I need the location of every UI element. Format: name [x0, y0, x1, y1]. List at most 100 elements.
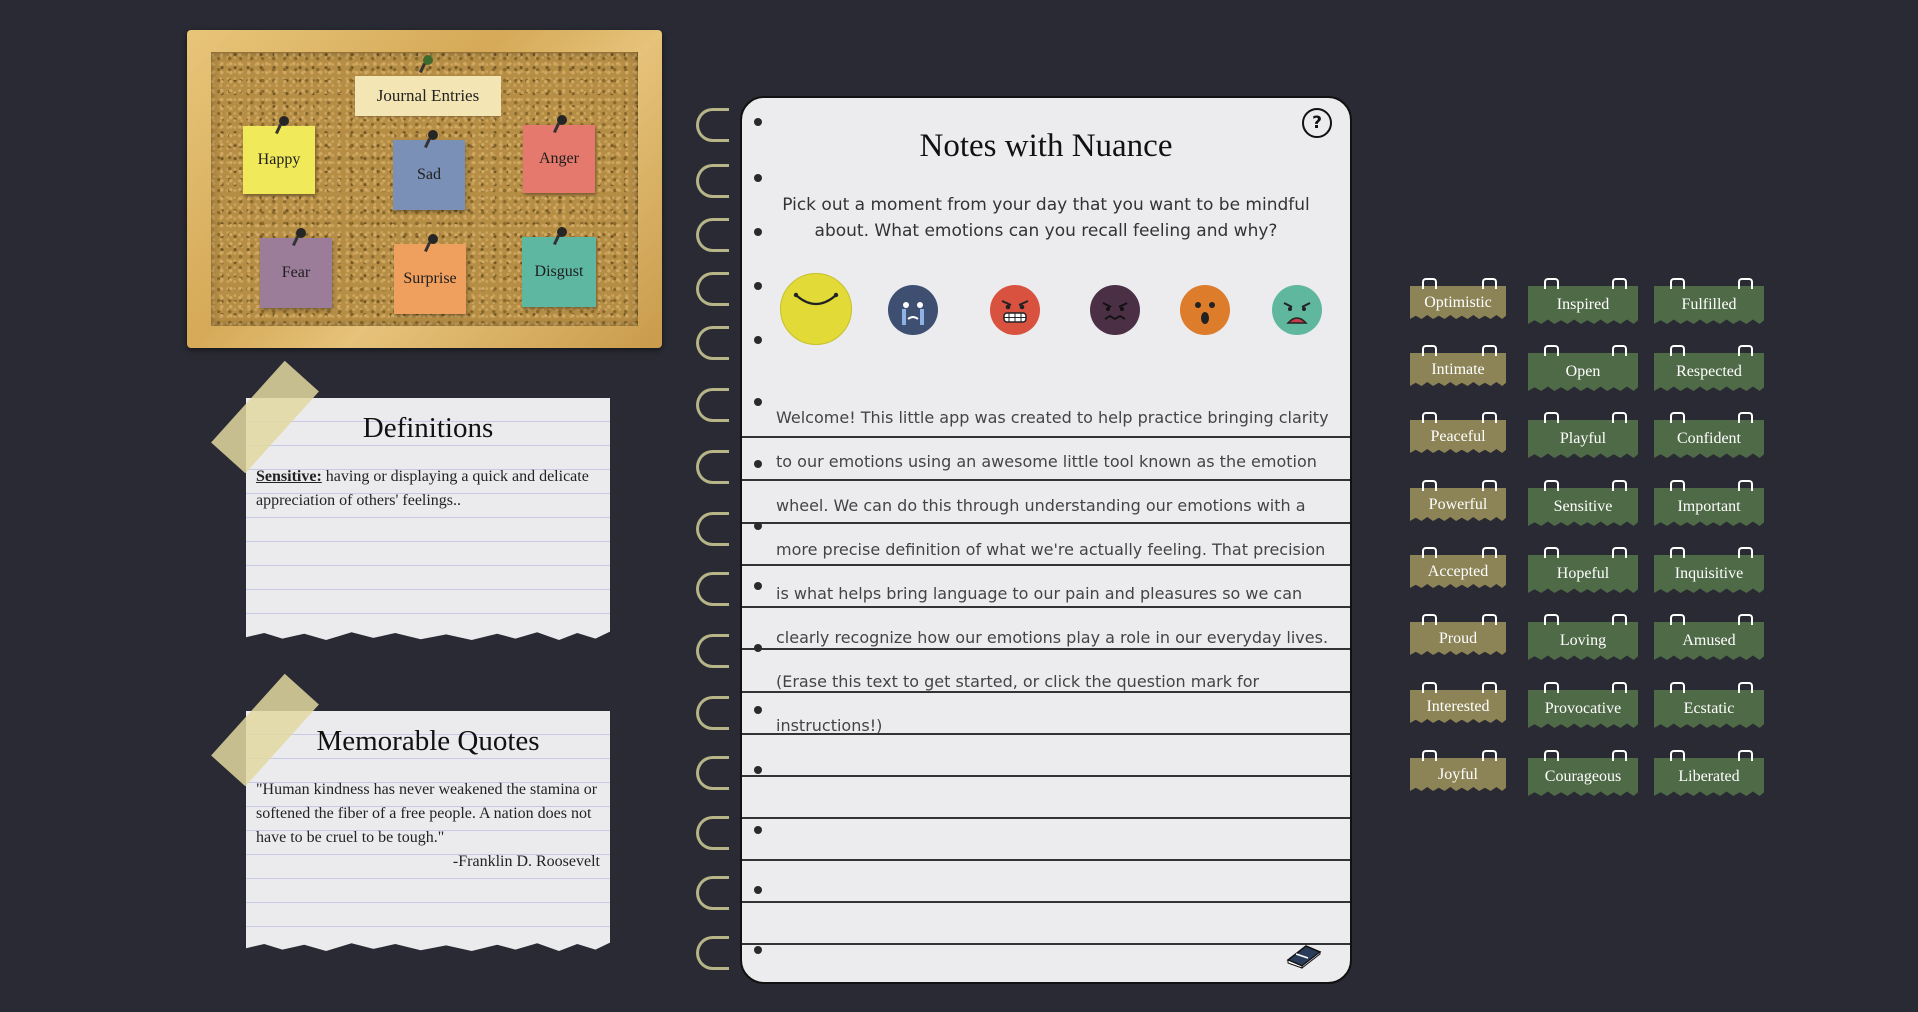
- emotion-tag[interactable]: Fulfilled: [1654, 286, 1764, 324]
- binder-clip-icon: [1612, 412, 1627, 423]
- emotion-tag-label: Proud: [1438, 629, 1478, 647]
- emotion-tag[interactable]: Important: [1654, 488, 1764, 526]
- sticky-note-label: Anger: [539, 150, 579, 167]
- disgust-face-icon[interactable]: [1272, 285, 1322, 335]
- binder-clip-icon: [1738, 614, 1753, 625]
- emotion-tag-label: Amused: [1682, 632, 1736, 649]
- quotes-note: Memorable Quotes "Human kindness has nev…: [246, 711, 610, 951]
- emotion-tag[interactable]: Open: [1528, 353, 1638, 391]
- emotion-tag[interactable]: Liberated: [1654, 758, 1764, 796]
- emotion-tag-label: Fulfilled: [1681, 296, 1737, 313]
- emotion-tag-label: Provocative: [1544, 700, 1622, 717]
- binder-clip-icon: [1482, 682, 1497, 693]
- journal-entries-title: Journal Entries: [355, 76, 501, 116]
- emotion-tag-label: Ecstatic: [1683, 700, 1735, 717]
- emotion-tag-label: Important: [1677, 498, 1741, 515]
- emotion-tag[interactable]: Amused: [1654, 622, 1764, 660]
- binder-clip-icon: [1612, 480, 1627, 491]
- emotion-tag-label: Intimate: [1431, 360, 1485, 378]
- definition-text[interactable]: Sensitive: having or displaying a quick …: [246, 465, 610, 513]
- binder-clip-icon: [1544, 412, 1559, 423]
- book-icon[interactable]: [1284, 940, 1324, 974]
- notebook-prompt: Pick out a moment from your day that you…: [782, 195, 1310, 241]
- emotion-tag[interactable]: Confident: [1654, 420, 1764, 458]
- notebook-text-area[interactable]: Welcome! This little app was created to …: [776, 396, 1336, 748]
- emotion-tag[interactable]: Sensitive: [1528, 488, 1638, 526]
- binder-clip-icon: [1482, 480, 1497, 491]
- emotion-tag-label: Confident: [1677, 430, 1741, 447]
- ruled-line: [742, 817, 1350, 819]
- emotion-tag[interactable]: Accepted: [1410, 555, 1506, 588]
- pushpin-icon: [296, 228, 306, 238]
- emotion-tag[interactable]: Inquisitive: [1654, 555, 1764, 593]
- definition-term: Sensitive:: [256, 468, 322, 485]
- quotes-title: Memorable Quotes: [316, 725, 540, 757]
- pushpin-icon: [557, 115, 567, 125]
- quote-text[interactable]: "Human kindness has never weakened the s…: [246, 778, 610, 850]
- binder-clip-icon: [1612, 750, 1627, 761]
- pushpin-icon: [423, 55, 433, 65]
- binder-clip-icon: [1612, 547, 1627, 558]
- binder-clip-icon: [1670, 614, 1685, 625]
- emotion-tag[interactable]: Joyful: [1410, 758, 1506, 791]
- emotion-tag[interactable]: Hopeful: [1528, 555, 1638, 593]
- emotion-tag-label: Interested: [1426, 697, 1490, 715]
- pushpin-icon: [428, 234, 438, 244]
- emotion-tag[interactable]: Ecstatic: [1654, 690, 1764, 728]
- binder-clip-icon: [1482, 278, 1497, 289]
- binder-clip-icon: [1422, 547, 1437, 558]
- emotion-tag[interactable]: Interested: [1410, 690, 1506, 723]
- binder-clip-icon: [1482, 547, 1497, 558]
- emotion-tag-label: Respected: [1676, 363, 1742, 380]
- definitions-note: Definitions Sensitive: having or display…: [246, 398, 610, 640]
- sticky-note-disgust[interactable]: Disgust: [522, 237, 596, 307]
- surprise-face-icon[interactable]: [1180, 285, 1230, 335]
- emotion-tag[interactable]: Playful: [1528, 420, 1638, 458]
- notebook-title: Notes with Nuance: [919, 128, 1173, 164]
- binder-clip-icon: [1670, 547, 1685, 558]
- happy-face-icon[interactable]: [780, 273, 852, 345]
- binder-clip-icon: [1738, 547, 1753, 558]
- emotion-tag-label: Powerful: [1428, 495, 1488, 513]
- ruled-line: [742, 859, 1350, 861]
- emotion-tag[interactable]: Inspired: [1528, 286, 1638, 324]
- quote-author: -Franklin D. Roosevelt: [452, 853, 600, 870]
- emotion-tag-label: Courageous: [1544, 768, 1622, 785]
- emotion-tag-label: Hopeful: [1556, 565, 1610, 582]
- binder-clip-icon: [1738, 278, 1753, 289]
- binder-clip-icon: [1544, 547, 1559, 558]
- emotion-tag[interactable]: Respected: [1654, 353, 1764, 391]
- emotion-tag-label: Sensitive: [1553, 498, 1613, 515]
- sticky-note-happy[interactable]: Happy: [243, 126, 315, 194]
- sticky-note-label: Surprise: [403, 270, 457, 287]
- emotion-tag[interactable]: Proud: [1410, 622, 1506, 655]
- emotion-tag-label: Playful: [1559, 430, 1607, 447]
- fear-face-icon[interactable]: [1090, 285, 1140, 335]
- binder-clip-icon: [1612, 345, 1627, 356]
- binder-clip-icon: [1422, 480, 1437, 491]
- binder-clip-icon: [1670, 480, 1685, 491]
- binder-clip-icon: [1422, 345, 1437, 356]
- binder-clip-icon: [1544, 345, 1559, 356]
- help-question-icon[interactable]: ?: [1302, 108, 1332, 138]
- emotion-tag[interactable]: Loving: [1528, 622, 1638, 660]
- pushpin-icon: [557, 227, 567, 237]
- emotion-tag[interactable]: Optimistic: [1410, 286, 1506, 319]
- emotion-tag[interactable]: Powerful: [1410, 488, 1506, 521]
- angry-face-icon[interactable]: [990, 285, 1040, 335]
- sticky-note-surprise[interactable]: Surprise: [394, 244, 466, 314]
- emotion-tag[interactable]: Courageous: [1528, 758, 1638, 796]
- sticky-note-fear[interactable]: Fear: [260, 238, 332, 308]
- sticky-note-sad[interactable]: Sad: [393, 140, 465, 210]
- emotion-tag[interactable]: Provocative: [1528, 690, 1638, 728]
- sad-face-icon[interactable]: [888, 285, 938, 335]
- binder-clip-icon: [1612, 614, 1627, 625]
- journal-entries-board: Journal Entries Happy Sad Anger Fear Sur…: [187, 30, 662, 348]
- emotion-tag-label: Accepted: [1427, 562, 1489, 580]
- emotion-tag-label: Joyful: [1438, 765, 1478, 783]
- binder-clip-icon: [1544, 614, 1559, 625]
- emotion-tag-label: Loving: [1559, 632, 1607, 649]
- emotion-tag[interactable]: Peaceful: [1410, 420, 1506, 453]
- emotion-tag[interactable]: Intimate: [1410, 353, 1506, 386]
- sticky-note-anger[interactable]: Anger: [523, 125, 595, 193]
